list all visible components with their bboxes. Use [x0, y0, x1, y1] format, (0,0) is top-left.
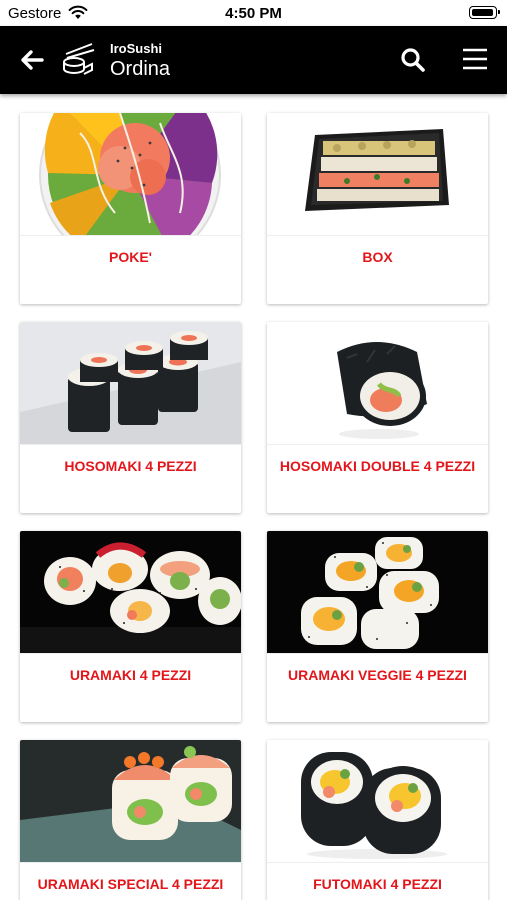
category-card-hosomaki-double[interactable]: HOSOMAKI DOUBLE 4 PEZZI: [267, 322, 488, 513]
card-divider: [20, 235, 241, 236]
card-divider: [20, 653, 241, 654]
category-card-poke[interactable]: POKE': [20, 113, 241, 304]
hamburger-menu-icon[interactable]: [461, 45, 489, 73]
status-bar: Gestore 4:50 PM: [0, 0, 507, 26]
uramaki-veggie-image: [267, 531, 488, 653]
category-card-uramaki-special[interactable]: URAMAKI SPECIAL 4 PEZZI: [20, 740, 241, 900]
sushi-logo-icon: [63, 43, 95, 75]
app-header: IroSushi Ordina: [0, 26, 507, 94]
hosomaki-double-image: [267, 322, 488, 444]
card-divider: [20, 444, 241, 445]
category-label: HOSOMAKI DOUBLE 4 PEZZI: [279, 458, 476, 474]
sushi-box-image: [267, 113, 488, 235]
card-divider: [267, 653, 488, 654]
futomaki-image: [267, 740, 488, 862]
card-divider: [267, 862, 488, 863]
uramaki-special-image: [20, 740, 241, 862]
category-label: URAMAKI SPECIAL 4 PEZZI: [37, 876, 224, 892]
page-title: Ordina: [110, 58, 171, 80]
category-card-futomaki[interactable]: FUTOMAKI 4 PEZZI: [267, 740, 488, 900]
category-label: POKE': [108, 249, 152, 265]
card-divider: [20, 862, 241, 863]
card-divider: [267, 444, 488, 445]
category-card-hosomaki[interactable]: HOSOMAKI 4 PEZZI: [20, 322, 241, 513]
search-icon[interactable]: [399, 46, 427, 74]
poke-bowl-image: [20, 113, 241, 235]
category-label: URAMAKI 4 PEZZI: [69, 667, 192, 683]
battery-icon: [469, 6, 500, 19]
app-name: IroSushi: [110, 41, 163, 56]
back-arrow-icon[interactable]: [18, 46, 46, 74]
category-label: URAMAKI VEGGIE 4 PEZZI: [288, 667, 467, 683]
uramaki-image: [20, 531, 241, 653]
category-card-uramaki[interactable]: URAMAKI 4 PEZZI: [20, 531, 241, 722]
status-time: 4:50 PM: [225, 5, 282, 22]
card-divider: [267, 235, 488, 236]
category-label: BOX: [362, 249, 393, 265]
category-card-uramaki-veggie[interactable]: URAMAKI VEGGIE 4 PEZZI: [267, 531, 488, 722]
category-card-box[interactable]: BOX: [267, 113, 488, 304]
hosomaki-image: [20, 322, 241, 444]
category-label: HOSOMAKI 4 PEZZI: [64, 458, 197, 474]
category-label: FUTOMAKI 4 PEZZI: [313, 876, 442, 892]
